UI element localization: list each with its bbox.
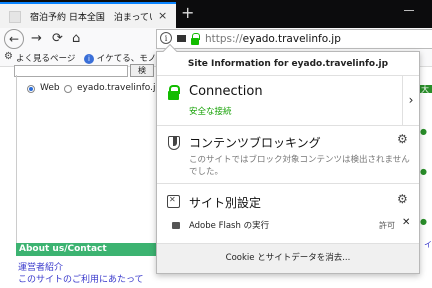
tab-title: 宿泊予約 日本全国 泊まってい xyxy=(30,13,152,23)
lock-icon[interactable] xyxy=(191,33,200,45)
tab-strip: 宿泊予約 日本全国 泊まってい × + xyxy=(0,0,432,28)
bookmark-label: イケてる、モノ xyxy=(96,54,157,64)
connection-status: 安全な接続 xyxy=(189,107,232,117)
permission-state: 許可 xyxy=(379,221,395,230)
back-button[interactable]: ← xyxy=(4,29,24,49)
clear-cookies-button[interactable]: Cookie とサイトデータを消去... xyxy=(157,244,419,273)
right-banner-text: 大予 xyxy=(421,85,429,105)
url-text[interactable]: https://eyado.travelinfo.jp xyxy=(205,33,341,45)
reload-button[interactable]: ⟳ xyxy=(52,30,63,48)
url-bar[interactable]: i https://eyado.travelinfo.jp xyxy=(156,29,432,49)
chevron-right-icon[interactable]: › xyxy=(402,76,419,125)
navigation-bar: ← → ⟳ ⌂ i https://eyado.travelinfo.jp xyxy=(0,28,432,50)
info-icon[interactable]: i xyxy=(160,32,172,44)
plugin-icon[interactable] xyxy=(177,35,186,42)
shield-icon xyxy=(168,136,180,150)
bookmark-ikiteru[interactable]: i イケてる、モノ xyxy=(84,52,156,64)
divider xyxy=(16,75,17,245)
favicon-icon xyxy=(9,11,21,23)
search-input[interactable] xyxy=(14,65,128,77)
close-icon[interactable]: ✕ xyxy=(402,217,410,228)
radio-web-label: Web xyxy=(40,83,60,93)
connection-title: Connection xyxy=(189,84,263,99)
new-tab-button[interactable]: + xyxy=(181,3,194,22)
popup-header: Site Information for eyado.travelinfo.jp xyxy=(157,52,419,76)
gear-icon[interactable]: ⚙ xyxy=(397,132,408,146)
connection-section[interactable]: Connection 安全な接続 › xyxy=(157,76,419,126)
right-link[interactable]: イ xyxy=(424,239,432,250)
forward-button[interactable]: → xyxy=(31,30,42,48)
plugin-icon xyxy=(172,222,180,229)
gear-icon[interactable]: ⚙ xyxy=(397,192,408,206)
tab-active[interactable]: 宿泊予約 日本全国 泊まってい × xyxy=(0,2,176,28)
bookmark-favicon-icon: i xyxy=(84,53,94,64)
site-info-popup: Site Information for eyado.travelinfo.jp… xyxy=(156,43,420,274)
bookmark-frequent[interactable]: よく見るページ xyxy=(16,52,75,64)
radio-site[interactable] xyxy=(64,85,72,93)
home-button[interactable]: ⌂ xyxy=(72,30,80,48)
radio-site-label: eyado.travelinfo.jp xyxy=(77,83,162,93)
right-list-dot: ● xyxy=(420,217,427,226)
permissions-title: サイト別設定 xyxy=(189,196,262,210)
lock-icon xyxy=(168,85,180,100)
tab-close-button[interactable]: × xyxy=(158,9,167,22)
radio-web[interactable] xyxy=(27,85,35,93)
content-blocking-section: コンテンツブロッキング ⚙ このサイトではブロック対象コンテンツは検出されません… xyxy=(157,126,419,184)
content-blocking-description: このサイトではブロック対象コンテンツは検出されませんでした。 xyxy=(189,155,410,177)
minimize-icon[interactable] xyxy=(404,10,414,11)
right-list-dot: ● xyxy=(420,127,427,136)
permissions-icon xyxy=(167,195,180,208)
about-heading: About us/Contact xyxy=(16,243,156,256)
permission-name: Adobe Flash の実行 xyxy=(189,221,270,231)
search-button[interactable]: 検 xyxy=(130,64,154,77)
gear-icon[interactable]: ⚙ xyxy=(4,51,13,62)
permissions-section: サイト別設定 ⚙ Adobe Flash の実行 許可 ✕ xyxy=(157,184,419,244)
right-list-dot: ● xyxy=(420,167,427,176)
about-link-terms[interactable]: このサイトのご利用にあたって xyxy=(18,272,144,285)
content-blocking-title: コンテンツブロッキング xyxy=(189,136,321,150)
